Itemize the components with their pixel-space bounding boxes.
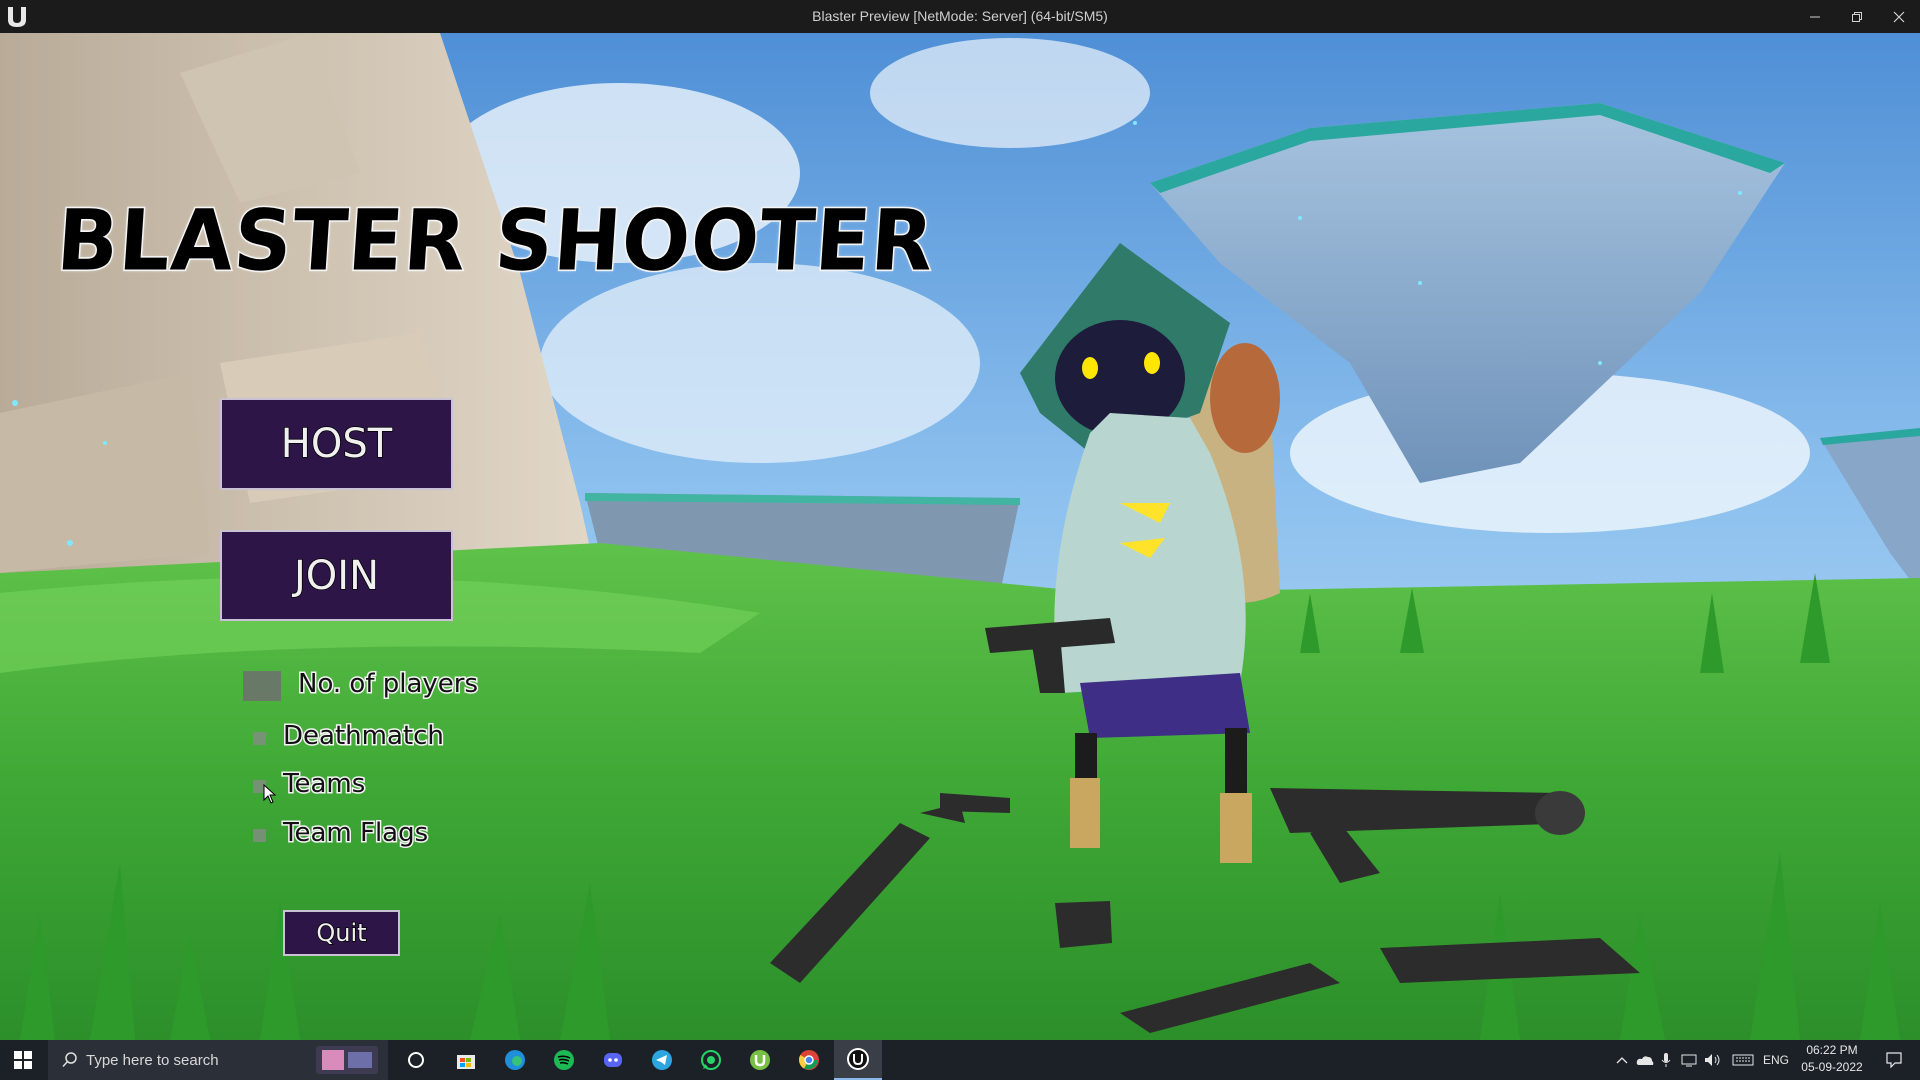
game-title: BLASTER SHOOTER [53, 190, 939, 291]
clock-date: 05-09-2022 [1801, 1060, 1863, 1074]
spotify-icon [554, 1050, 574, 1070]
edge-button[interactable] [495, 1040, 535, 1080]
deathmatch-label: Deathmatch [282, 720, 446, 753]
minimize-button[interactable] [1794, 0, 1836, 33]
join-button[interactable]: JOIN [220, 530, 453, 621]
onedrive-button[interactable] [1634, 1040, 1656, 1080]
restore-button[interactable] [1836, 0, 1878, 33]
unreal-engine-icon [847, 1048, 869, 1070]
join-button-label: JOIN [293, 552, 380, 600]
volume-button[interactable] [1702, 1040, 1724, 1080]
cortana-icon [408, 1052, 424, 1068]
windows-taskbar: Type here to search ENG 06:22 PM 05-09-2… [0, 1040, 1920, 1080]
discord-button[interactable] [593, 1040, 633, 1080]
minimize-icon [1810, 16, 1820, 17]
unreal-engine-taskbar-button[interactable] [834, 1040, 882, 1080]
cortana-button[interactable] [396, 1040, 436, 1080]
microphone-button[interactable] [1656, 1040, 1676, 1080]
teams-label: Teams [281, 768, 366, 801]
team-flags-checkbox[interactable] [253, 829, 266, 842]
search-placeholder: Type here to search [86, 1051, 219, 1069]
show-hidden-icons-button[interactable] [1612, 1040, 1632, 1080]
mouse-cursor-icon [263, 784, 277, 804]
whatsapp-icon [701, 1050, 721, 1070]
quit-button-label: Quit [316, 918, 368, 948]
microphone-icon [1661, 1053, 1671, 1067]
quit-button[interactable]: Quit [283, 910, 400, 956]
network-icon [1681, 1054, 1697, 1067]
close-icon [1893, 11, 1905, 22]
team-flags-label: Team Flags [281, 817, 429, 850]
cloud-icon [1636, 1056, 1654, 1065]
window-titlebar[interactable]: Blaster Preview [NetMode: Server] (64-bi… [0, 0, 1920, 33]
utorrent-icon [750, 1050, 770, 1070]
search-icon [62, 1052, 77, 1068]
players-count-input[interactable] [243, 671, 281, 701]
window-title: Blaster Preview [NetMode: Server] (64-bi… [812, 8, 1108, 24]
game-viewport[interactable]: BLASTER SHOOTER HOST JOIN No. of players… [0, 33, 1920, 1040]
chrome-button[interactable] [789, 1040, 829, 1080]
utorrent-button[interactable] [740, 1040, 780, 1080]
restore-icon [1852, 11, 1862, 22]
clock-time: 06:22 PM [1806, 1043, 1858, 1057]
language-label: ENG [1762, 1053, 1789, 1067]
notification-icon [1886, 1052, 1902, 1068]
discord-icon [604, 1053, 622, 1067]
windows-start-icon [14, 1051, 32, 1069]
keyboard-button[interactable] [1728, 1040, 1758, 1080]
network-button[interactable] [1678, 1040, 1700, 1080]
telegram-button[interactable] [642, 1040, 682, 1080]
store-icon [457, 1055, 475, 1069]
start-button[interactable] [0, 1040, 46, 1080]
notifications-button[interactable] [1874, 1040, 1914, 1080]
chevron-up-icon [1616, 1057, 1628, 1064]
taskbar-clock[interactable]: 06:22 PM 05-09-2022 [1792, 1042, 1872, 1078]
host-button[interactable]: HOST [220, 398, 453, 490]
taskbar-search-box[interactable]: Type here to search [48, 1040, 388, 1080]
spotify-button[interactable] [544, 1040, 584, 1080]
search-highlight-icon [316, 1046, 378, 1074]
host-button-label: HOST [280, 420, 393, 468]
whatsapp-button[interactable] [691, 1040, 731, 1080]
chrome-icon [799, 1050, 819, 1070]
store-button[interactable] [446, 1040, 486, 1080]
deathmatch-checkbox[interactable] [253, 732, 266, 745]
speaker-icon [1705, 1054, 1720, 1066]
players-label: No. of players [296, 668, 479, 701]
edge-icon [505, 1050, 525, 1070]
keyboard-icon [1732, 1054, 1754, 1066]
close-button[interactable] [1878, 0, 1920, 33]
language-indicator[interactable]: ENG [1760, 1040, 1792, 1080]
telegram-icon [652, 1050, 672, 1070]
